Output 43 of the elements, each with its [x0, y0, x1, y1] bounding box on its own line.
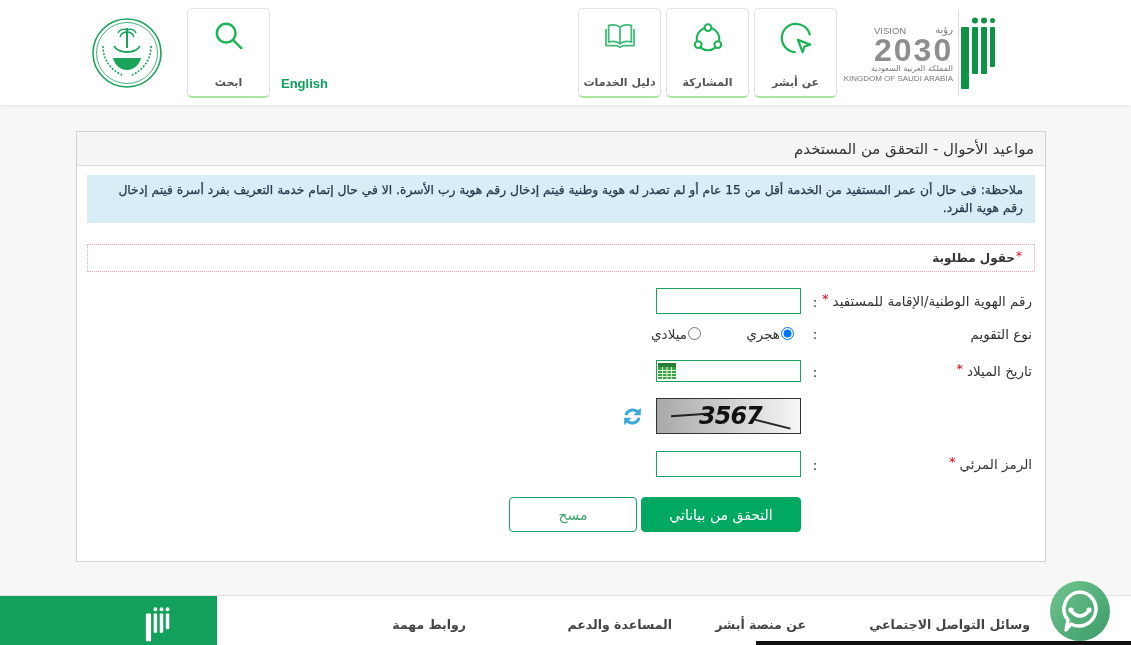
logo-caption: رؤية — [935, 23, 953, 36]
logo-year: 2030 — [874, 35, 953, 64]
field-label: تاريخ الميلاد — [967, 362, 1032, 380]
nav-button[interactable]: دليل الخدمات — [578, 7, 661, 98]
label-colon: : — [812, 326, 818, 342]
radio-label[interactable]: ميلادي — [651, 324, 687, 343]
label-colon: : — [812, 293, 818, 310]
nav-button[interactable]: المشاركة — [666, 7, 749, 98]
logo-caption: المملكة العربية السعودية — [870, 63, 953, 74]
calendar-icon — [658, 363, 676, 379]
label-colon: : — [812, 456, 818, 473]
radio-label[interactable]: هجري — [746, 324, 780, 343]
search-button[interactable]: ابحث — [187, 7, 270, 98]
required-mark: * — [949, 455, 956, 468]
footer-heading: المساعدة والدعم — [567, 616, 672, 634]
footer-logo — [145, 606, 171, 642]
input-field[interactable] — [656, 288, 801, 314]
chat-icon[interactable] — [1049, 580, 1111, 642]
captcha-image: 3567 — [656, 398, 801, 434]
nav-button[interactable]: عن أبشر — [754, 7, 837, 98]
search-icon — [213, 20, 244, 51]
footer-heading: وسائل التواصل الاجتماعي — [869, 616, 1030, 634]
cursor-circle-icon — [778, 20, 813, 55]
date-field[interactable] — [656, 360, 801, 382]
field-label: الرمز المرئي — [959, 455, 1032, 473]
emblem-logo — [92, 17, 162, 88]
required-mark: * — [822, 292, 829, 305]
radio-button[interactable] — [781, 327, 794, 340]
label-colon: : — [812, 363, 818, 380]
logo-caption: KINGDOM OF SAUDI ARABIA — [843, 73, 953, 84]
field-label: رقم الهوية الوطنية/الإقامة للمستفيد — [832, 292, 1032, 310]
required-mark: * — [1016, 249, 1022, 262]
footer-heading: روابط مهمة — [392, 616, 466, 634]
field-label: نوع التقويم — [970, 324, 1032, 343]
panel-title: مواعيد الأحوال - التحقق من المستخدم — [793, 138, 1034, 159]
required-mark: * — [956, 362, 964, 375]
required-text: حقول مطلوبة — [932, 250, 1015, 266]
footer-heading: عن منصة أبشر — [715, 616, 806, 634]
logo-caption: VISION — [874, 25, 907, 36]
input-field[interactable] — [656, 451, 801, 477]
radio-button[interactable] — [688, 327, 701, 340]
refresh-icon[interactable] — [622, 405, 643, 427]
info-note: ملاحظة: فى حال أن عمر المستفيد من الخدمة أقل من 15 عام أو لم تصدر له هوية وطنية فيتم إدخال رقم هوية رب الأسرة. الا في حال إتمام خدمة التعريف بفرد أسرة فيتم إدخال رقم هوية الفرد. — [87, 175, 1035, 223]
